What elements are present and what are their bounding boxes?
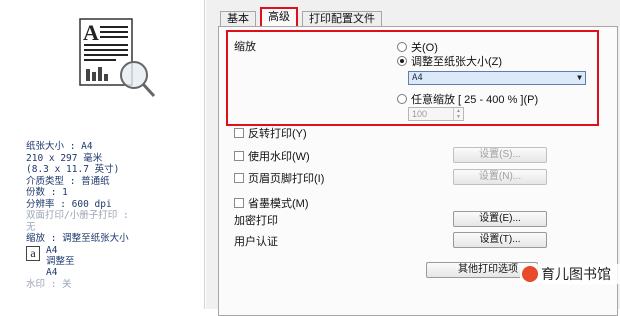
scaling-free-label[interactable]: 任意缩放 [ 25 - 400 % ](P): [411, 91, 538, 107]
page-preview-icon: A: [79, 18, 156, 98]
summary-mini-adjust: 调整至: [46, 255, 75, 267]
fit-paper-size-value: A4: [412, 73, 423, 83]
scaling-off-radio[interactable]: [397, 42, 407, 52]
summary-watermark: 水印 : 关: [26, 278, 72, 290]
summary-copies: 份数 : 1: [26, 187, 68, 198]
settings-summary: 纸张大小 : A4 210 x 297 毫米 (8.3 x 11.7 英寸) 介…: [26, 141, 204, 290]
summary-resolution: 分辨率 : 600 dpi: [26, 198, 112, 210]
summary-mini-a4-top: A4: [46, 244, 58, 256]
page-mini-icon: a: [26, 245, 40, 261]
tab-basic[interactable]: 基本: [220, 11, 256, 27]
secure-print-label: 加密打印: [234, 215, 278, 227]
settings-summary-panel: A 纸张大小 : A4 210 x 297 毫米 (8.3 x 11.7 英寸)…: [0, 0, 205, 309]
header-footer-label[interactable]: 页眉页脚打印(I): [248, 170, 324, 186]
secure-print-settings-button[interactable]: 设置(E)...: [453, 211, 547, 227]
summary-paper-dim-mm: 210 x 297 毫米: [26, 152, 103, 164]
site-logo-icon: [522, 266, 538, 283]
free-scale-value: 100: [412, 109, 428, 119]
scaling-free-radio[interactable]: [397, 94, 407, 104]
summary-duplex: 双面打印/小册子打印 :: [26, 210, 129, 221]
chevron-down-icon[interactable]: ▼: [577, 72, 582, 84]
scaling-fit-radio[interactable]: [397, 56, 407, 66]
scaling-label: 缩放: [234, 41, 256, 53]
header-footer-checkbox[interactable]: [234, 173, 244, 183]
watermark-checkbox[interactable]: [234, 151, 244, 161]
site-watermark-text: 育儿图书馆: [541, 266, 611, 282]
summary-duplex-value: 无: [26, 221, 36, 233]
user-auth-label: 用户认证: [234, 236, 278, 248]
summary-scaling: 缩放 : 调整至纸张大小: [26, 233, 129, 244]
toner-save-label[interactable]: 省墨模式(M): [248, 195, 309, 211]
summary-media-type: 介质类型 : 普通纸: [26, 175, 110, 187]
watermark-settings-button[interactable]: 设置(S)...: [453, 147, 547, 163]
mirror-print-label[interactable]: 反转打印(Y): [248, 125, 307, 141]
user-auth-settings-button[interactable]: 设置(T)...: [453, 232, 547, 248]
mirror-print-checkbox[interactable]: [234, 128, 244, 138]
summary-paper-size: 纸张大小 : A4: [26, 141, 93, 152]
fit-paper-size-select[interactable]: A4 ▼: [408, 71, 586, 85]
tab-advanced[interactable]: 高级: [260, 7, 298, 28]
summary-paper-dim-in: (8.3 x 11.7 英寸): [26, 164, 120, 175]
toner-save-checkbox[interactable]: [234, 198, 244, 208]
tab-print-profile[interactable]: 打印配置文件: [302, 11, 382, 27]
scaling-fit-label[interactable]: 调整至纸张大小(Z): [411, 53, 502, 69]
stepper-arrows-icon[interactable]: ▲ ▼: [453, 108, 463, 120]
summary-mini-a4-bottom: A4: [46, 266, 58, 278]
free-scale-stepper[interactable]: 100 ▲ ▼: [408, 107, 464, 121]
header-footer-settings-button[interactable]: 设置(N)...: [453, 169, 547, 185]
site-watermark: 育儿图书馆: [520, 264, 620, 284]
svg-text:A: A: [83, 20, 99, 45]
summary-scaling-detail: a A4 调整至 A4: [26, 245, 204, 279]
watermark-label[interactable]: 使用水印(W): [248, 148, 310, 164]
